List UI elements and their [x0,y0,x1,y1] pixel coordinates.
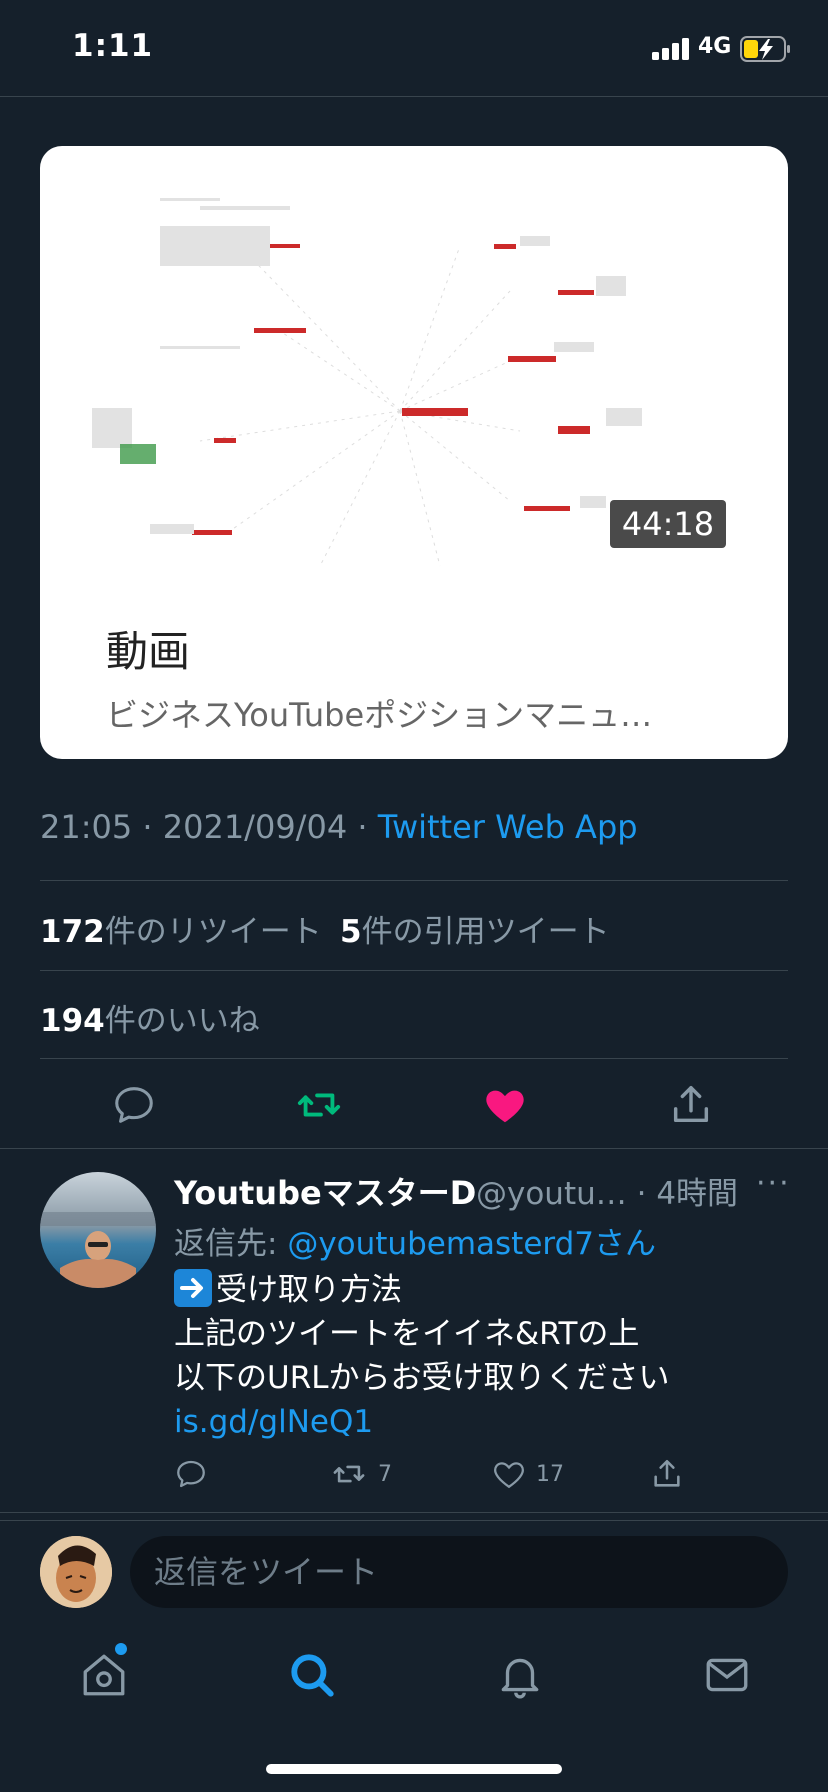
tweet-source-link[interactable]: Twitter Web App [378,808,638,846]
like-icon[interactable] [482,1082,528,1128]
share-icon [654,1459,680,1487]
reply-icon [177,1460,205,1488]
tweet-meta: 21:05 · 2021/09/04 · Twitter Web App [40,808,638,846]
signal-icon [652,38,689,60]
video-duration: 44:18 [610,500,726,548]
status-time: 1:11 [72,28,154,64]
like-count: 194 [40,1003,105,1039]
reply-compose-input[interactable]: 返信をツイート [130,1536,788,1608]
reply-avatar[interactable] [40,1172,156,1288]
reply-line-3: 以下のURLからお受け取りください [174,1360,670,1396]
reply-to-label: 返信先: [174,1226,288,1262]
reply-to: 返信先: @youtubemasterd7さん [174,1218,656,1263]
search-icon[interactable] [287,1650,337,1700]
reply-like-button[interactable]: 17 [492,1456,564,1492]
like-icon [494,1462,524,1489]
retweet-stats[interactable]: 172件のリツイート [40,906,322,951]
reply-retweet-button[interactable]: 7 [330,1456,392,1492]
quote-count: 5 [340,914,362,950]
quote-stats[interactable]: 5件の引用ツイート [340,906,610,951]
retweet-icon[interactable] [296,1082,342,1128]
retweet-label: 件のリツイート [104,914,322,950]
reply-retweet-count: 7 [378,1461,392,1487]
card-subtitle: ビジネスYouTubeポジションマニュ… [106,696,653,734]
reply-share-button[interactable] [650,1456,684,1492]
home-indicator[interactable] [266,1764,562,1774]
tweet-timestamp: 21:05 · 2021/09/04 · [40,808,378,846]
notifications-icon[interactable] [495,1650,545,1700]
like-label: 件のいいね [104,1003,260,1039]
card-title: 動画 [106,627,191,676]
reply-reply-button[interactable] [174,1456,208,1492]
home-icon[interactable] [79,1650,129,1700]
my-avatar[interactable] [40,1536,112,1608]
home-notification-dot [115,1643,127,1655]
media-card[interactable]: 44:18 動画 ビジネスYouTubeポジションマニュ… [40,146,788,759]
reply-body: 受け取り方法 上記のツイートをイイネ&RTの上 以下のURLからお受け取りくださ… [174,1268,670,1444]
like-stats[interactable]: 194件のいいね [40,995,260,1040]
battery-icon [740,36,790,62]
more-icon[interactable]: ··· [756,1166,791,1201]
reply-handle-text: @youtu… [476,1176,627,1212]
arrow-right-icon [174,1269,212,1307]
reply-to-mention[interactable]: @youtubemasterd7さん [287,1226,656,1262]
retweet-icon [333,1465,365,1483]
reply-link[interactable]: is.gd/glNeQ1 [174,1400,670,1444]
reply-icon[interactable] [111,1082,157,1128]
quote-label: 件の引用ツイート [361,914,610,950]
retweet-count: 172 [40,914,105,950]
network-type: 4G [698,34,732,59]
reply-author-handle: @youtu… · 4時間 [476,1168,738,1213]
messages-icon[interactable] [702,1650,752,1700]
reply-like-count: 17 [536,1461,564,1487]
reply-author-name[interactable]: YoutubeマスターD [174,1168,476,1214]
reply-line-1: 受け取り方法 [216,1272,402,1308]
share-icon[interactable] [668,1082,714,1128]
reply-time: · 4時間 [636,1176,739,1212]
reply-line-2: 上記のツイートをイイネ&RTの上 [174,1316,640,1352]
